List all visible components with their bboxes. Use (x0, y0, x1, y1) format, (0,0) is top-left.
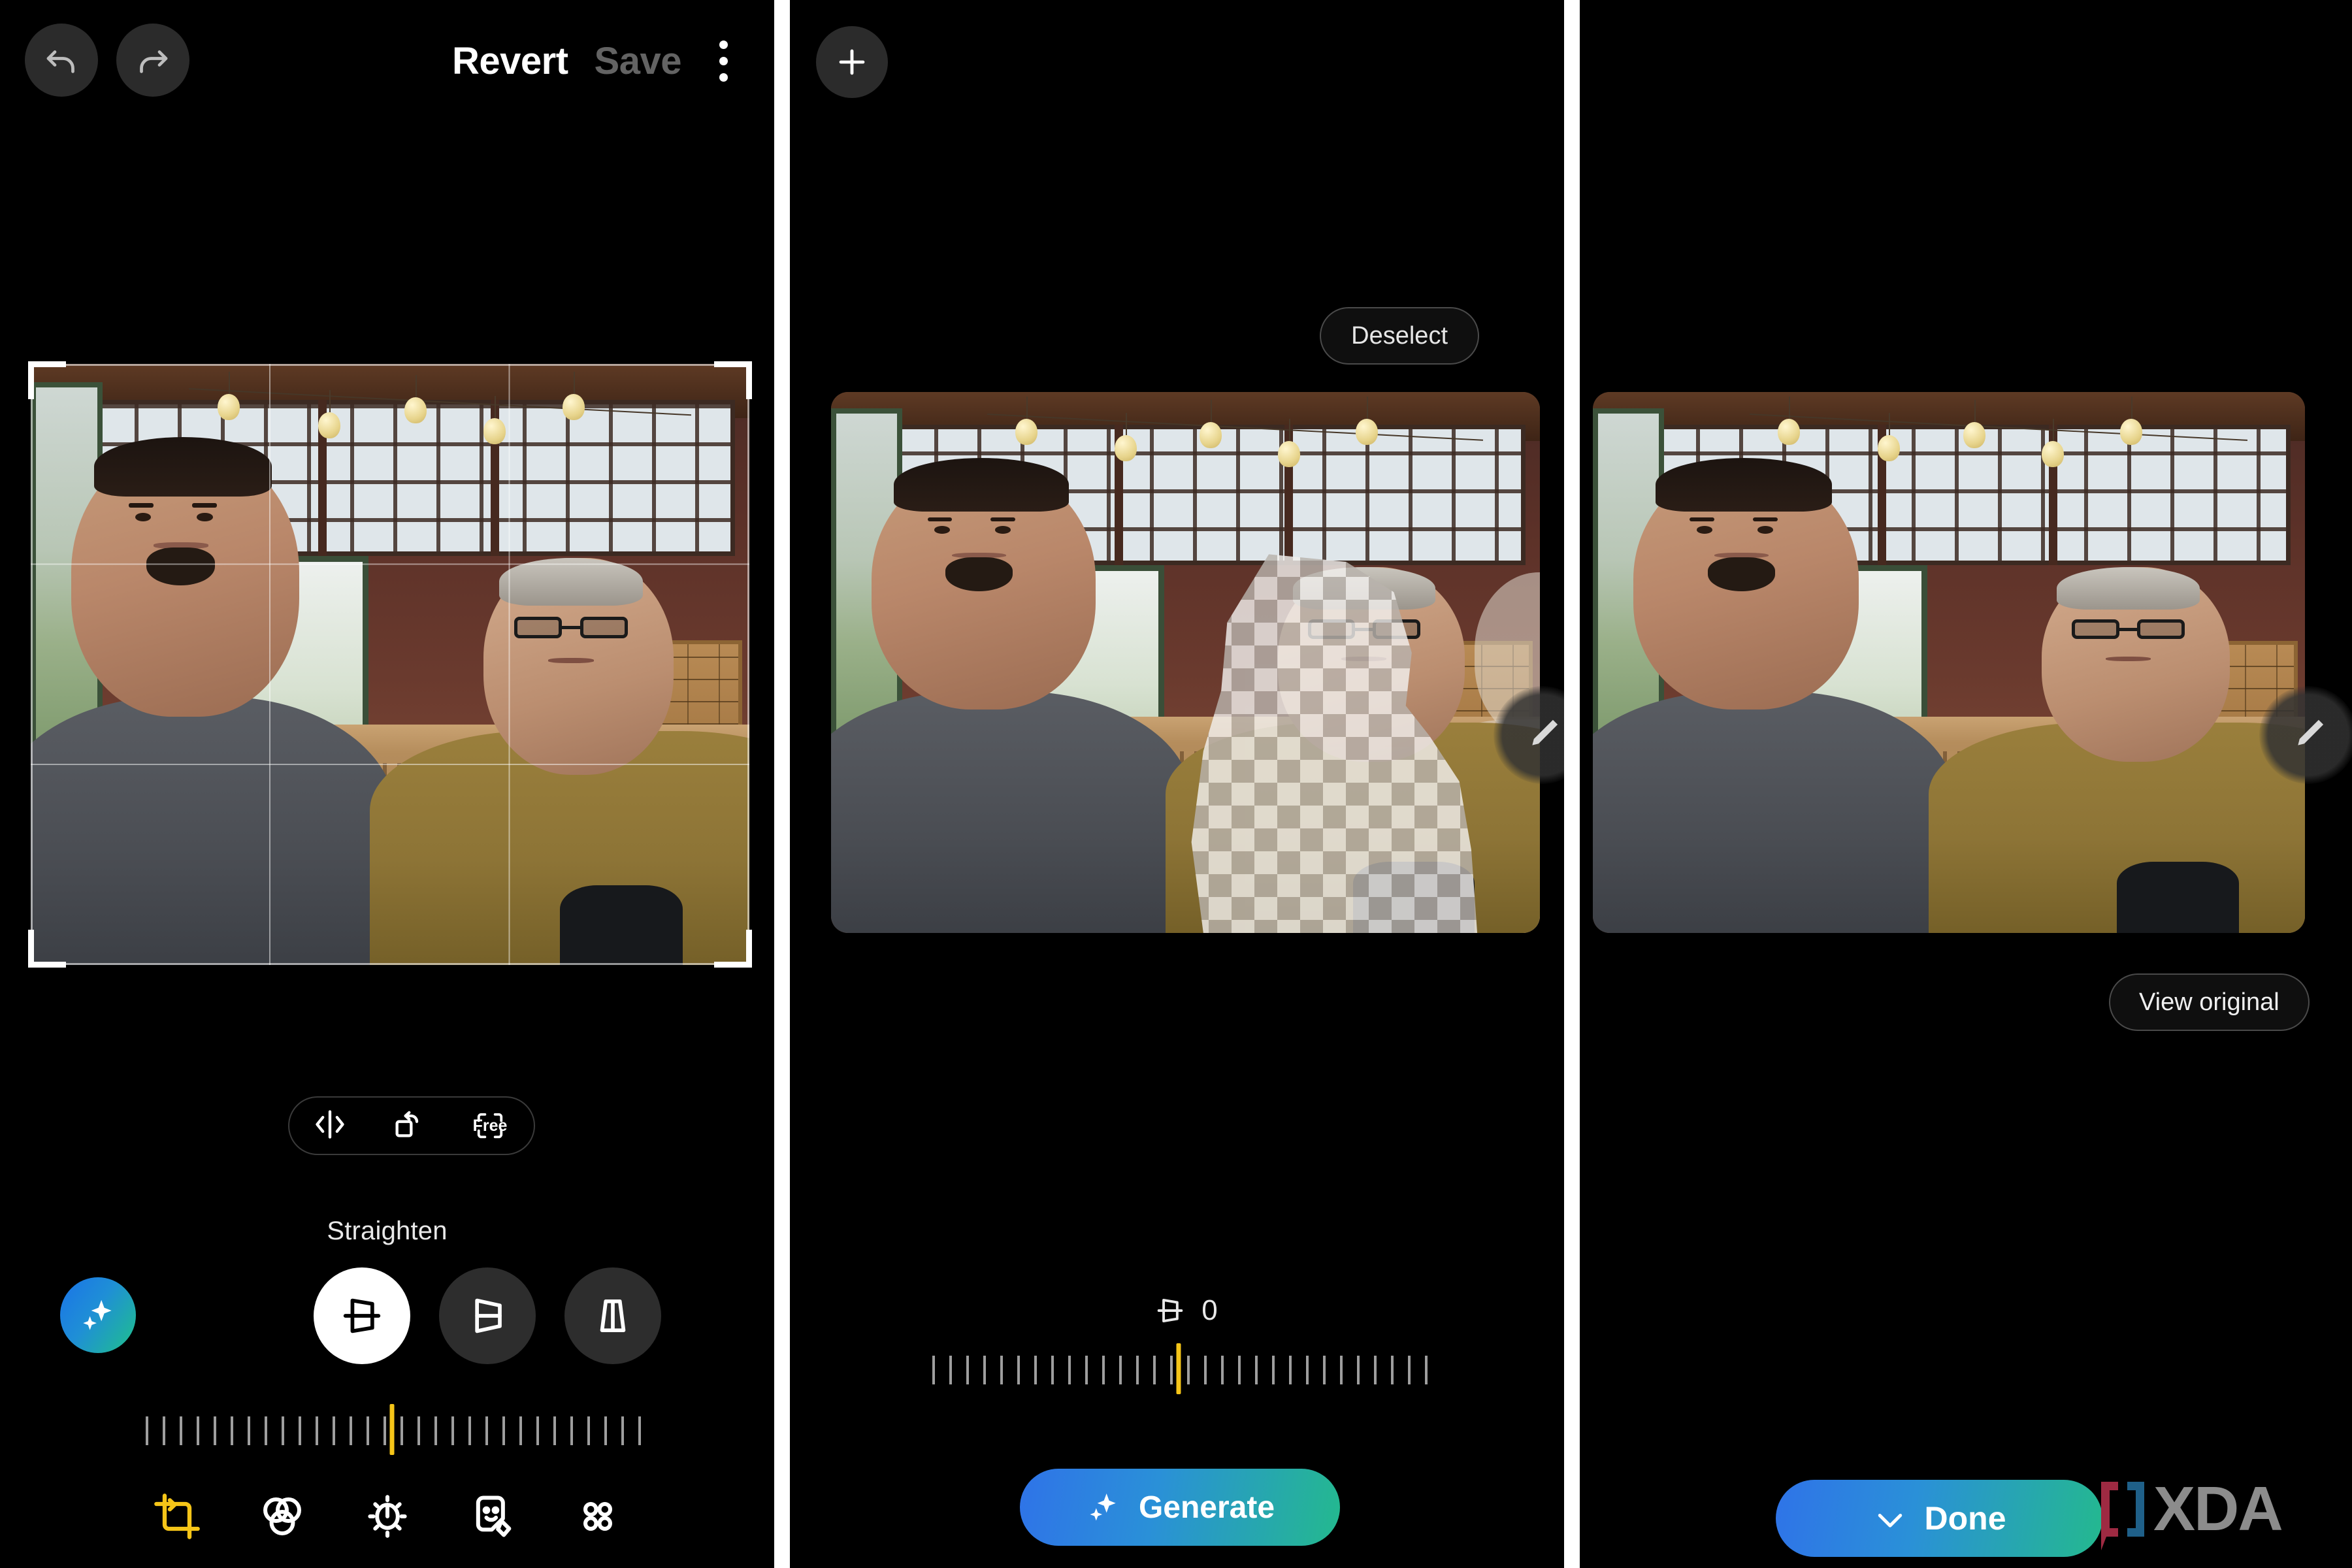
view-original-button[interactable]: View original (2109, 973, 2310, 1031)
kebab-menu-icon[interactable] (718, 41, 728, 82)
markup-icon (476, 1495, 511, 1537)
watermark-bracket-left-icon (2101, 1482, 2118, 1550)
undo-icon (46, 50, 74, 73)
perspective-vertical-icon (600, 1299, 626, 1333)
photo-canvas-eraser[interactable] (831, 392, 1540, 933)
done-label: Done (1924, 1500, 2006, 1537)
add-selection-button[interactable] (816, 26, 888, 98)
aspect-ratio-label: Free (472, 1116, 508, 1135)
pencil-icon (2298, 719, 2324, 745)
revert-button[interactable]: Revert (452, 42, 568, 80)
crop-editor-header: undo-icon redo-icon Revert Save (0, 0, 774, 150)
nav-crop[interactable] (152, 1492, 202, 1544)
flip-horizontal-icon (316, 1109, 344, 1139)
photo-canvas-result[interactable] (1593, 392, 2305, 933)
photo-scene (31, 364, 749, 965)
filters-icon (263, 1497, 301, 1535)
angle-readout: 0 (831, 1294, 1540, 1328)
sparkle-icon (1090, 1494, 1116, 1521)
straighten-icon (343, 1298, 381, 1333)
redo-icon (140, 50, 168, 73)
panel-crop-editor: undo-icon redo-icon Revert Save (0, 0, 774, 1568)
perspective-horizontal-icon (475, 1298, 502, 1333)
straighten-icon (1157, 1299, 1183, 1322)
watermark-text: XDA (2153, 1473, 2283, 1544)
ai-enhance-button[interactable] (60, 1277, 136, 1353)
slider-thumb[interactable] (1176, 1343, 1181, 1394)
nav-adjust[interactable] (363, 1492, 412, 1544)
vertical-perspective-button[interactable] (564, 1267, 661, 1364)
straighten-option-button[interactable] (314, 1267, 410, 1364)
nav-more[interactable] (573, 1492, 623, 1544)
generate-label: Generate (1138, 1490, 1275, 1525)
photo-scene-eraser (831, 392, 1540, 933)
horizontal-perspective-button[interactable] (439, 1267, 536, 1364)
angle-value: 0 (1201, 1294, 1218, 1326)
perspective-options (314, 1267, 661, 1364)
screenshot-collage: undo-icon redo-icon Revert Save (0, 0, 2352, 1568)
person-foreground (31, 437, 396, 965)
panel-result-view: View original Done XDA (1580, 0, 2352, 1568)
straighten-slider[interactable] (140, 1404, 644, 1455)
photo-scene-result (1593, 392, 2305, 933)
slider-thumb[interactable] (389, 1404, 395, 1455)
editor-bottom-nav (0, 1492, 774, 1544)
xda-watermark: XDA (2101, 1473, 2283, 1550)
panel-magic-eraser: Deselect 0 Generate (790, 0, 1564, 1568)
nav-filters[interactable] (257, 1492, 307, 1544)
person-second (370, 532, 749, 965)
rotate-button[interactable] (391, 1107, 425, 1145)
four-dots-icon (583, 1501, 612, 1531)
view-original-label: View original (2139, 988, 2279, 1016)
brightness-icon (367, 1495, 407, 1538)
sparkle-icon (83, 1299, 112, 1330)
flip-horizontal-button[interactable] (313, 1107, 347, 1145)
angle-slider[interactable] (924, 1343, 1433, 1394)
rotate-left-icon (395, 1111, 419, 1137)
straighten-label: Straighten (327, 1217, 448, 1245)
generate-button[interactable]: Generate (1020, 1469, 1340, 1546)
header-actions: Revert Save (452, 41, 728, 82)
deselect-button[interactable]: Deselect (1320, 307, 1479, 365)
person-foreground (831, 458, 1192, 933)
checkmark-icon (1878, 1514, 1902, 1527)
save-button[interactable]: Save (595, 42, 682, 80)
aspect-ratio-button[interactable]: Free (470, 1111, 510, 1141)
deselect-label: Deselect (1351, 321, 1448, 350)
nav-markup[interactable] (468, 1492, 517, 1544)
photo-canvas-crop[interactable] (31, 364, 749, 965)
crop-tool-pill: Free (288, 1096, 535, 1155)
redo-button[interactable]: redo-icon (116, 24, 189, 97)
person-second (1929, 544, 2305, 933)
done-button[interactable]: Done (1776, 1480, 2102, 1557)
person-foreground (1593, 458, 1955, 933)
undo-button[interactable]: undo-icon (25, 24, 98, 97)
edit-edge-button[interactable] (2259, 686, 2352, 784)
plus-icon (839, 49, 865, 75)
crop-icon (154, 1494, 200, 1539)
pencil-icon (1532, 719, 1558, 745)
watermark-bracket-right-icon (2127, 1482, 2144, 1537)
